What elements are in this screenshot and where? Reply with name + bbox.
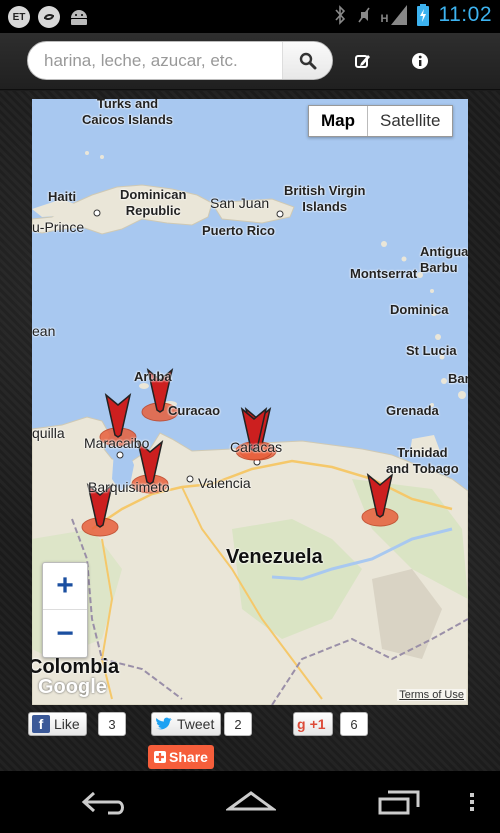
gplus-label: +1 xyxy=(309,716,326,732)
clock: 11:02 xyxy=(438,3,492,26)
recents-icon[interactable] xyxy=(376,787,422,817)
gplus-count: 6 xyxy=(340,712,368,736)
home-icon[interactable] xyxy=(226,787,276,817)
map-view[interactable]: Turks and Caicos Islands Haiti Dominican… xyxy=(32,99,468,705)
label-barquisimeto: Barquisimeto xyxy=(88,479,170,495)
edit-icon xyxy=(355,55,370,68)
share-label: Share xyxy=(169,749,208,765)
label-montserrat: Montserrat xyxy=(350,266,418,281)
search-icon xyxy=(299,52,316,69)
label-st-lucia: St Lucia xyxy=(406,343,457,358)
back-icon[interactable] xyxy=(80,787,128,817)
signal-h-icon: H xyxy=(381,5,407,25)
gplus-icon: g xyxy=(297,716,306,732)
label-turks: Turks and Caicos Islands xyxy=(82,99,174,127)
zoom-out-button[interactable]: − xyxy=(43,610,87,657)
label-colombia: Colombia xyxy=(32,656,120,678)
label-puerto-rico: Puerto Rico xyxy=(202,223,275,238)
zoom-in-button[interactable]: + xyxy=(43,563,87,610)
sync-icon xyxy=(38,6,60,28)
zoom-control: + − xyxy=(42,562,88,658)
label-grenada: Grenada xyxy=(386,403,439,418)
info-icon xyxy=(412,53,428,69)
status-bar: ET H 11:02 xyxy=(0,0,500,33)
navigation-bar xyxy=(0,771,500,833)
search-input[interactable] xyxy=(44,42,294,79)
label-port-au-prince: u-Prince xyxy=(32,219,85,235)
label-curacao: Curacao xyxy=(168,403,221,418)
twitter-icon xyxy=(156,717,172,730)
label-trinidad: Trinidad and Tobago xyxy=(386,445,459,476)
label-haiti: Haiti xyxy=(48,189,77,204)
battery-charging-icon xyxy=(416,4,429,26)
edit-button[interactable] xyxy=(351,49,375,73)
tweet-count: 2 xyxy=(224,712,252,736)
search-box xyxy=(27,41,333,80)
label-barbados: Bar xyxy=(448,371,468,386)
like-count: 3 xyxy=(98,712,126,736)
label-valencia: Valencia xyxy=(198,475,251,491)
map-type-satellite[interactable]: Satellite xyxy=(368,106,452,136)
marker-layer xyxy=(81,368,399,537)
like-label: Like xyxy=(54,716,80,732)
label-caribbean: ean xyxy=(32,323,56,339)
top-toolbar xyxy=(0,33,500,90)
label-bvi: British Virgin Islands xyxy=(284,183,366,214)
label-antigua: Antigua Barbu xyxy=(420,244,468,275)
map-type-control: Map Satellite xyxy=(308,105,454,137)
share-button[interactable]: Share xyxy=(148,745,214,769)
content-area: Turks and Caicos Islands Haiti Dominican… xyxy=(0,91,500,771)
android-icon xyxy=(71,10,87,25)
share-plus-icon xyxy=(154,751,167,763)
label-caracas: Caracas xyxy=(230,439,283,455)
search-button[interactable] xyxy=(282,42,332,79)
social-bar: f Like 3 Tweet 2 g +1 6 Share xyxy=(0,708,500,770)
map-marker[interactable] xyxy=(361,473,399,527)
label-dominica: Dominica xyxy=(390,302,449,317)
map-type-map[interactable]: Map xyxy=(309,106,368,136)
label-maracaibo: Maracaibo xyxy=(84,435,150,451)
bluetooth-icon xyxy=(334,5,345,25)
info-button[interactable] xyxy=(408,49,432,73)
et-icon: ET xyxy=(8,6,30,28)
gplus-button[interactable]: g +1 xyxy=(293,712,333,736)
label-aruba: Aruba xyxy=(134,369,172,384)
label-venezuela: Venezuela xyxy=(226,546,323,568)
label-san-juan: San Juan xyxy=(210,195,270,211)
terms-of-use-link[interactable]: Terms of Use xyxy=(397,689,466,701)
label-dominican: Dominican Republic xyxy=(120,187,187,218)
label-barranquilla: quilla xyxy=(32,425,65,441)
mute-icon xyxy=(357,7,370,23)
tweet-label: Tweet xyxy=(177,716,215,732)
google-logo: Google xyxy=(38,676,107,698)
facebook-icon: f xyxy=(32,715,50,733)
tweet-button[interactable]: Tweet xyxy=(151,712,222,736)
facebook-like-button[interactable]: f Like xyxy=(28,712,87,736)
menu-icon[interactable] xyxy=(468,787,476,817)
